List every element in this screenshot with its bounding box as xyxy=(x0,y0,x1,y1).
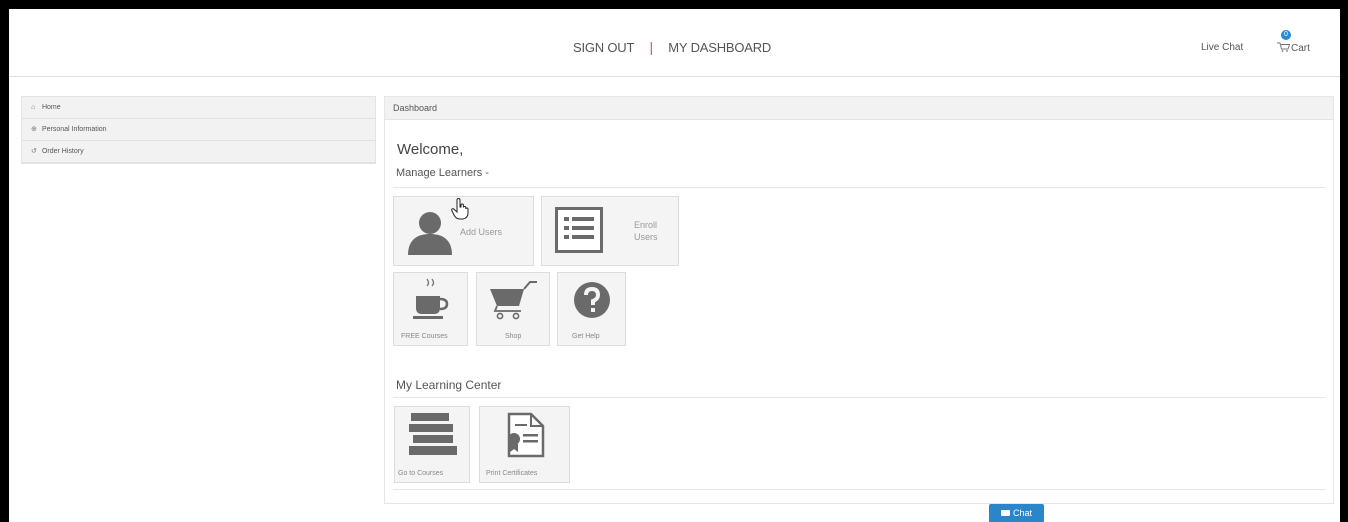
sidebar-item-label: Personal Information xyxy=(41,126,107,133)
divider xyxy=(393,489,1325,490)
books-icon xyxy=(409,413,457,455)
divider xyxy=(393,187,1325,188)
my-dashboard-link[interactable]: MY DASHBOARD xyxy=(668,40,771,55)
chat-label: Chat xyxy=(1012,508,1032,518)
enroll-label-line1: Enroll xyxy=(634,220,658,230)
live-chat-link[interactable]: Live Chat xyxy=(1201,42,1243,53)
cart-label: Cart xyxy=(1291,43,1310,54)
add-users-label: Add Users xyxy=(460,227,503,237)
go-to-courses-label: Go to Courses xyxy=(398,470,444,477)
sidebar: ⌂ Home ⊕ Personal Information ↺ Order Hi… xyxy=(21,96,376,164)
sidebar-item-label: Order History xyxy=(41,148,84,155)
get-help-label: Get Help xyxy=(572,333,600,340)
sidebar-item-personal-information[interactable]: ⊕ Personal Information xyxy=(22,119,375,141)
shop-label: Shop xyxy=(505,333,522,340)
sign-out-link[interactable]: SIGN OUT xyxy=(573,40,634,55)
top-nav: SIGN OUT | MY DASHBOARD xyxy=(573,39,771,55)
print-certificates-tile[interactable]: Print Certificates xyxy=(479,406,570,483)
dashboard-panel: Dashboard Welcome, Manage Learners - Add… xyxy=(384,96,1334,504)
enroll-label-line2: Users xyxy=(634,232,658,242)
manage-learners-title: Manage Learners - xyxy=(396,167,489,179)
sidebar-item-home[interactable]: ⌂ Home xyxy=(22,97,375,119)
chat-button[interactable]: Chat xyxy=(989,504,1044,522)
go-to-courses-tile[interactable]: Go to Courses xyxy=(394,406,470,483)
get-help-tile[interactable]: Get Help xyxy=(557,272,626,346)
nav-separator: | xyxy=(649,39,653,55)
hand-cursor-icon xyxy=(451,198,469,220)
list-icon xyxy=(555,207,603,253)
shopping-cart-icon xyxy=(490,281,537,320)
cart-icon xyxy=(1277,42,1291,52)
panel-title: Dashboard xyxy=(385,97,1333,120)
sidebar-item-label: Home xyxy=(41,104,61,111)
certificate-icon xyxy=(507,412,545,458)
learning-center-title: My Learning Center xyxy=(396,378,502,392)
sidebar-item-order-history[interactable]: ↺ Order History xyxy=(22,141,375,163)
question-icon xyxy=(574,282,610,318)
welcome-heading: Welcome, xyxy=(397,141,464,158)
user-silhouette-icon xyxy=(408,212,452,255)
cart-count-badge: 0 xyxy=(1281,30,1291,40)
top-bar: SIGN OUT | MY DASHBOARD Live Chat 0 Cart xyxy=(9,9,1340,77)
free-courses-label: FREE Courses xyxy=(401,333,448,340)
history-icon: ↺ xyxy=(31,148,37,155)
home-icon: ⌂ xyxy=(31,104,36,111)
free-courses-tile[interactable]: FREE Courses xyxy=(393,272,468,346)
coffee-cup-icon xyxy=(413,278,449,319)
enroll-users-tile[interactable]: Enroll Users xyxy=(541,196,679,266)
user-icon: ⊕ xyxy=(31,126,37,133)
chat-icon xyxy=(1000,510,1010,516)
cart-link[interactable]: Cart xyxy=(1277,42,1310,54)
app-frame: SIGN OUT | MY DASHBOARD Live Chat 0 Cart… xyxy=(9,9,1340,522)
print-certificates-label: Print Certificates xyxy=(486,470,538,477)
shop-tile[interactable]: Shop xyxy=(476,272,550,346)
divider xyxy=(393,397,1325,398)
